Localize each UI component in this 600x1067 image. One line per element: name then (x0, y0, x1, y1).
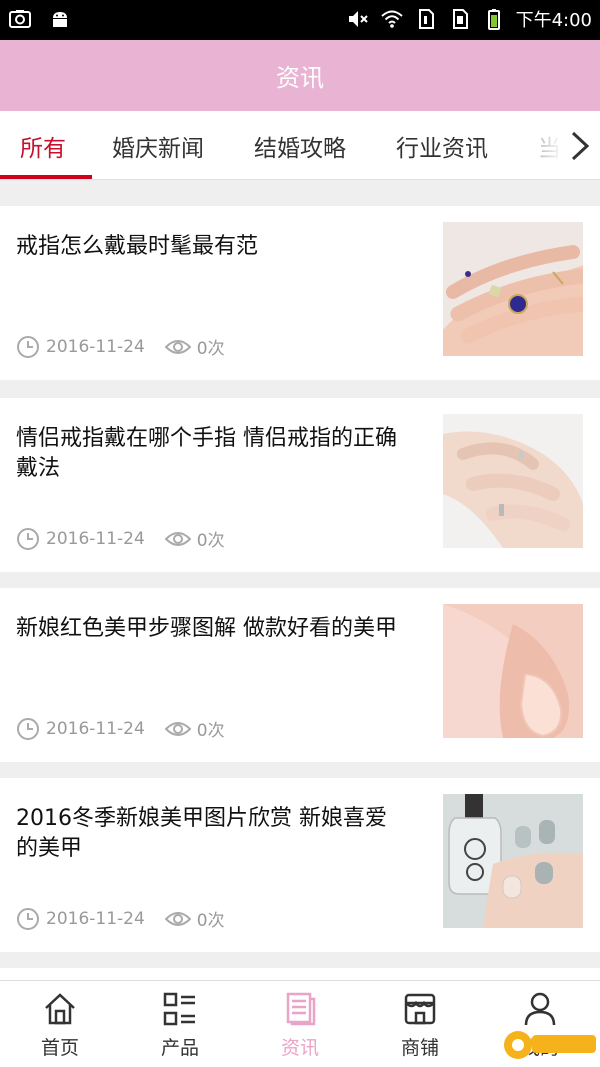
news-date: 2016-11-24 (46, 528, 145, 549)
news-views: 0次 (196, 721, 225, 741)
news-views: 0次 (196, 339, 225, 359)
status-time: 下午4:00 (515, 10, 592, 31)
grid-list-icon (163, 992, 195, 1026)
nav-products[interactable]: 产品 (120, 981, 240, 1067)
eye-icon (164, 339, 191, 354)
android-icon (53, 12, 67, 27)
news-thumbnail (443, 222, 583, 356)
nav-news[interactable]: 资讯 (240, 981, 360, 1067)
eye-icon (164, 911, 191, 926)
news-thumbnail (443, 794, 583, 928)
couple-hands-rings-image (443, 414, 583, 548)
news-date: 2016-11-24 (46, 718, 145, 739)
sim2-icon (452, 9, 468, 29)
news-title: 情侣戒指戴在哪个手指 情侣戒指的正确戴法 (16, 426, 397, 481)
chevron-right-icon (571, 131, 590, 160)
news-meta: 2016-11-24 0次 (16, 526, 225, 551)
screenshot-icon (9, 10, 31, 28)
news-item[interactable]: 情侣戒指戴在哪个手指 情侣戒指的正确戴法 2016-11-24 0次 (0, 398, 600, 572)
news-item-partial[interactable] (0, 968, 600, 980)
watermark-logo (504, 1031, 596, 1059)
status-bar: 下午4:00 (0, 0, 600, 40)
tab-wedding-guide[interactable]: 结婚攻略 (254, 111, 346, 179)
tab-wedding-news[interactable]: 婚庆新闻 (112, 111, 204, 179)
news-views: 0次 (196, 531, 225, 551)
news-item[interactable]: 新娘红色美甲步骤图解 做款好看的美甲 2016-11-24 0次 (0, 588, 600, 762)
tab-all[interactable]: 所有 (20, 111, 66, 179)
nav-news-label: 资讯 (280, 1037, 319, 1059)
nail-polish-bottle-image (443, 794, 583, 928)
sim1-icon (418, 9, 434, 29)
page-title: 资讯 (276, 64, 324, 92)
news-thumbnail (443, 414, 583, 548)
clock-icon (17, 717, 39, 740)
nav-shops-label: 商铺 (400, 1037, 439, 1059)
news-date: 2016-11-24 (46, 336, 145, 357)
clock-icon (17, 527, 39, 550)
news-meta: 2016-11-24 0次 (16, 334, 225, 359)
news-views: 0次 (196, 911, 225, 931)
mute-icon (348, 11, 368, 27)
nav-shops[interactable]: 商铺 (360, 981, 480, 1067)
title-bar: 资讯 (0, 40, 600, 111)
nav-home[interactable]: 首页 (0, 981, 120, 1067)
user-icon (524, 992, 556, 1026)
news-item[interactable]: 戒指怎么戴最时髦最有范 2016-11-24 0次 (0, 206, 600, 380)
news-title: 2016冬季新娘美甲图片欣赏 新娘喜爱的美甲 (16, 806, 387, 861)
rings-on-hand-image (443, 222, 583, 356)
nav-home-label: 首页 (40, 1037, 79, 1059)
news-meta: 2016-11-24 0次 (16, 716, 225, 741)
wifi-icon (380, 10, 403, 28)
document-icon (286, 992, 316, 1026)
tab-industry-news[interactable]: 行业资讯 (396, 111, 488, 179)
tabs-scroll-right-button[interactable] (538, 111, 600, 179)
news-meta: 2016-11-24 0次 (16, 906, 225, 931)
shop-icon (404, 993, 436, 1025)
home-icon (45, 993, 75, 1025)
news-date: 2016-11-24 (46, 908, 145, 929)
battery-icon (487, 9, 500, 30)
news-title: 戒指怎么戴最时髦最有范 (16, 234, 259, 259)
nav-products-label: 产品 (160, 1037, 199, 1059)
news-list: 戒指怎么戴最时髦最有范 2016-11-24 0次 情侣戒指戴在哪个手指 情侣戒… (0, 180, 600, 980)
clock-icon (17, 907, 39, 930)
news-thumbnail (443, 604, 583, 738)
pink-nail-image (443, 604, 583, 738)
category-tabs: 所有 婚庆新闻 结婚攻略 行业资讯 当 (0, 111, 600, 180)
news-title: 新娘红色美甲步骤图解 做款好看的美甲 (16, 616, 397, 641)
eye-icon (164, 531, 191, 546)
news-item[interactable]: 2016冬季新娘美甲图片欣赏 新娘喜爱的美甲 2016-11-24 0次 (0, 778, 600, 952)
clock-icon (17, 335, 39, 358)
eye-icon (164, 721, 191, 736)
